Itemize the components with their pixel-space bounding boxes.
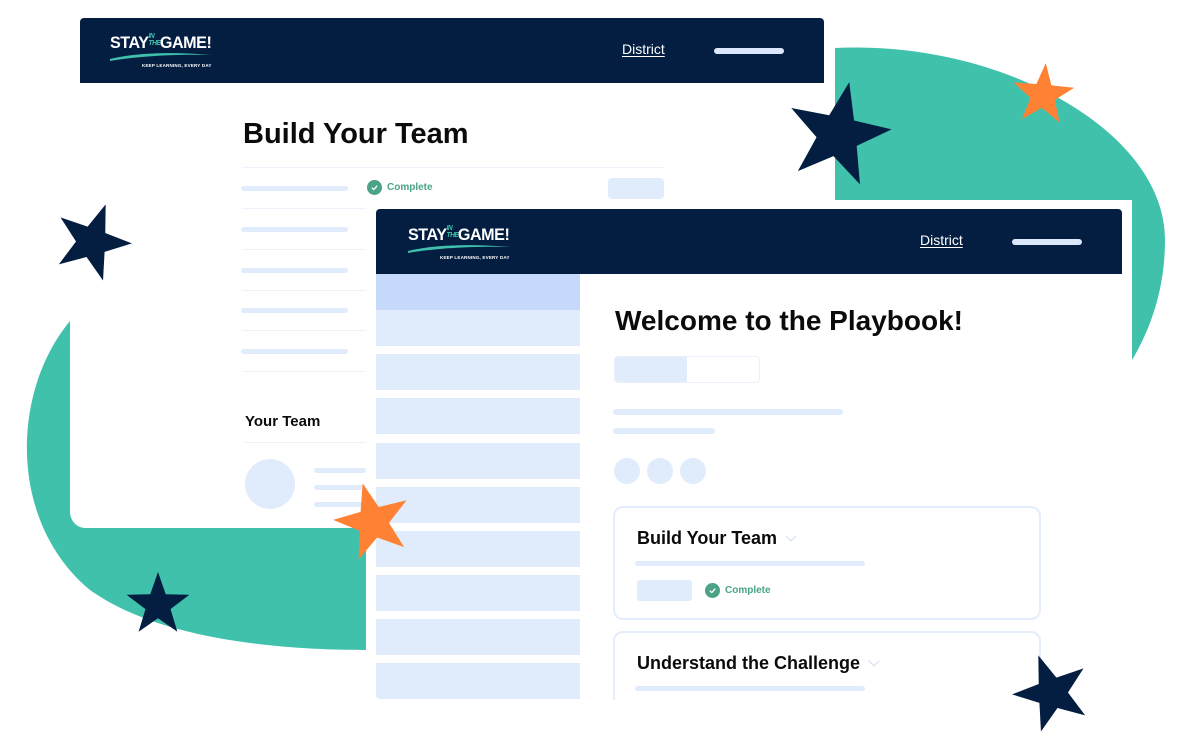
text-placeholder	[314, 468, 366, 473]
sidebar-item[interactable]	[376, 663, 580, 699]
text-placeholder	[314, 485, 366, 490]
avatar-placeholder[interactable]	[680, 458, 706, 484]
divider	[242, 167, 664, 168]
text-placeholder	[241, 349, 348, 354]
divider	[242, 371, 366, 372]
card-title: Build Your Team	[637, 528, 778, 548]
divider	[242, 249, 366, 250]
nav-menu-placeholder[interactable]	[1012, 239, 1082, 245]
sidebar-item[interactable]	[376, 531, 580, 567]
sidebar-item[interactable]	[376, 354, 580, 390]
divider	[242, 330, 366, 331]
check-circle-icon	[367, 180, 382, 195]
sidebar-item[interactable]	[376, 443, 580, 479]
district-link[interactable]: District	[920, 232, 963, 248]
back-window-header: STAYIN THEGAME! KEEP LEARNING, EVERY DAY…	[80, 18, 824, 83]
progress-bar	[614, 356, 760, 383]
avatar-placeholder[interactable]	[614, 458, 640, 484]
page-title: Welcome to the Playbook!	[615, 305, 963, 336]
text-placeholder	[241, 308, 348, 313]
divider	[242, 208, 366, 209]
divider	[242, 290, 366, 291]
text-placeholder	[241, 227, 348, 232]
progress-fill	[615, 357, 687, 382]
sidebar-item[interactable]	[376, 398, 580, 434]
status-complete: Complete	[705, 583, 771, 598]
nav-menu-placeholder[interactable]	[714, 48, 784, 54]
text-placeholder	[314, 502, 366, 507]
text-placeholder	[613, 428, 715, 434]
status-complete: Complete	[367, 180, 433, 195]
sidebar-item[interactable]	[376, 619, 580, 655]
sidebar-item[interactable]	[376, 575, 580, 611]
front-window-header: STAYIN THEGAME! KEEP LEARNING, EVERY DAY…	[376, 209, 1122, 274]
section-title: Your Team	[245, 413, 321, 430]
text-placeholder	[241, 186, 348, 191]
sidebar-item[interactable]	[376, 274, 580, 310]
chevron-down-icon[interactable]	[868, 655, 880, 667]
sidebar-item[interactable]	[376, 310, 580, 346]
card-title: Understand the Challenge	[637, 653, 861, 673]
brand-logo[interactable]: STAYIN THEGAME! KEEP LEARNING, EVERY DAY	[110, 33, 220, 75]
brand-logo[interactable]: STAYIN THEGAME! KEEP LEARNING, EVERY DAY	[408, 225, 518, 267]
avatar-placeholder	[245, 459, 295, 509]
logo-swoosh-icon	[110, 53, 212, 61]
text-placeholder	[635, 561, 865, 566]
card-build-your-team[interactable]: Build Your Team Complete	[613, 506, 1041, 620]
text-placeholder	[241, 268, 348, 273]
check-circle-icon	[705, 583, 720, 598]
chevron-down-icon[interactable]	[785, 530, 797, 542]
divider	[244, 442, 366, 443]
action-button-placeholder[interactable]	[608, 178, 664, 199]
action-button-placeholder[interactable]	[637, 580, 692, 601]
sidebar-item[interactable]	[376, 487, 580, 523]
logo-swoosh-icon	[408, 245, 510, 253]
page-title: Build Your Team	[243, 118, 469, 150]
text-placeholder	[613, 409, 843, 415]
text-placeholder	[635, 686, 865, 691]
crop-mask	[580, 700, 1140, 750]
district-link[interactable]: District	[622, 41, 665, 57]
avatar-placeholder[interactable]	[647, 458, 673, 484]
